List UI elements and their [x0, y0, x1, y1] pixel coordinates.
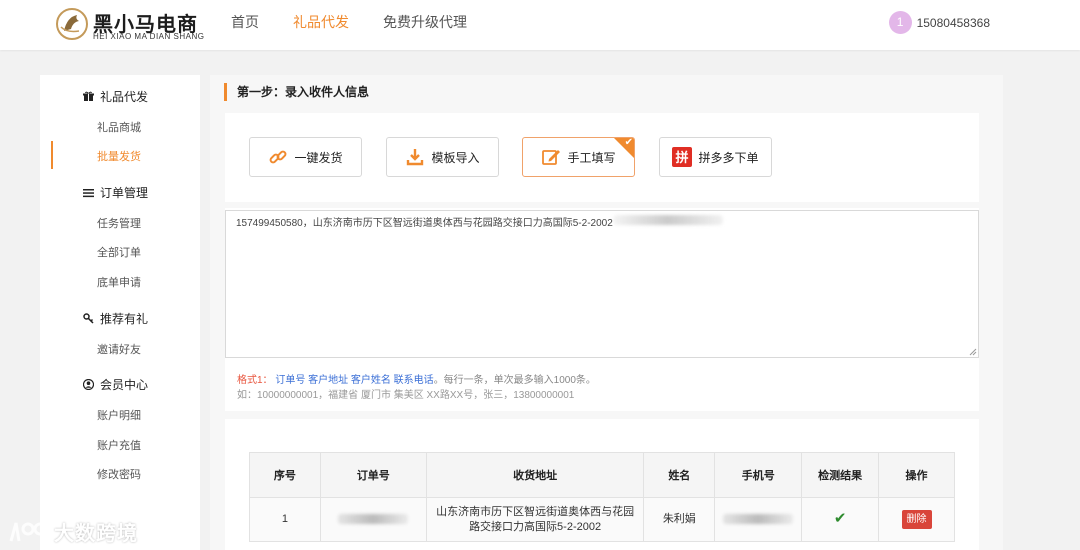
user-phone[interactable]: 15080458368 — [917, 16, 990, 30]
sidebar-group-label: 会员中心 — [100, 378, 149, 392]
user-menu[interactable]: 1 15080458368 — [888, 11, 990, 34]
format-example: 如：10000000001，福建省 厦门市 集美区 XX路XX号，张三，1380… — [237, 390, 575, 401]
sidebar-group-member[interactable]: 会员中心 — [82, 376, 148, 393]
format-hint: 格式1： 订单号 客户地址 客户姓名 联系电话。每行一条，单次最多输入1000条… — [237, 371, 596, 386]
cell-address: 山东济南市历下区智远街道奥体西与花园路交接口力高国际5-2-2002 — [425, 497, 645, 542]
gift-icon — [82, 90, 95, 103]
svg-text:拼: 拼 — [676, 150, 689, 166]
key-icon — [82, 312, 95, 325]
horse-logo-icon — [56, 8, 88, 40]
cell-action: 删除 — [878, 497, 955, 542]
sidebar-group-referral[interactable]: 推荐有礼 — [82, 310, 148, 327]
main-nav: 首页 礼品代发 免费升级代理 — [231, 0, 501, 50]
user-icon — [82, 378, 95, 391]
col-header-address: 收货地址 — [425, 452, 645, 498]
sidebar-group-orders[interactable]: 订单管理 — [82, 184, 148, 201]
sidebar-group-label: 订单管理 — [100, 186, 149, 200]
col-header-order-no: 订单号 — [319, 452, 427, 498]
col-header-action: 操作 — [878, 452, 955, 498]
nav-upgrade-agent[interactable]: 免费升级代理 — [383, 0, 467, 50]
link-icon — [268, 147, 288, 167]
sidebar-group-gift[interactable]: 礼品代发 — [82, 88, 148, 105]
avatar[interactable]: 1 — [888, 11, 912, 34]
col-header-name: 姓名 — [643, 452, 716, 498]
button-label: 拼多多下单 — [698, 150, 759, 165]
cell-check: ✔ — [801, 497, 880, 542]
result-table: 序号 订单号 收货地址 姓名 手机号 检测结果 操作 1 山东济南市历下区智远街… — [249, 452, 955, 542]
check-icon: ✔ — [624, 137, 633, 148]
sidebar-group-label: 推荐有礼 — [100, 312, 149, 326]
manual-entry-button[interactable]: 手工填写 ✔ — [522, 137, 635, 177]
sidebar-item-tasks[interactable]: 任务管理 — [97, 215, 141, 231]
watermark-logo-icon — [9, 522, 47, 541]
sidebar-item-batch-ship[interactable]: 批量发货 — [97, 148, 141, 164]
list-icon — [82, 186, 95, 199]
sidebar-item-change-password[interactable]: 修改密码 — [97, 466, 141, 482]
one-click-ship-button[interactable]: 一键发货 — [249, 137, 362, 177]
table-header-row: 序号 订单号 收货地址 姓名 手机号 检测结果 操作 — [249, 452, 955, 498]
template-import-button[interactable]: 模板导入 — [386, 137, 499, 177]
sidebar-item-all-orders[interactable]: 全部订单 — [97, 244, 141, 260]
col-header-phone: 手机号 — [714, 452, 803, 498]
format-hint-rest: 。每行一条，单次最多输入1000条。 — [433, 375, 596, 386]
format-hint-fields: 订单号 客户地址 客户姓名 联系电话 — [275, 375, 434, 386]
top-header: 黑小马电商 HEI XIAO MA DIAN SHANG 首页 礼品代发 免费升… — [0, 0, 1080, 50]
delete-button[interactable]: 删除 — [901, 510, 932, 529]
nav-home[interactable]: 首页 — [231, 0, 259, 50]
sidebar-item-account-detail[interactable]: 账户明细 — [97, 407, 141, 423]
redacted-text — [613, 215, 723, 225]
col-header-check: 检测结果 — [801, 452, 880, 498]
format-hint-label: 格式1： — [237, 375, 273, 386]
sidebar-item-invite[interactable]: 邀请好友 — [97, 341, 141, 357]
nav-gift-dropship[interactable]: 礼品代发 — [293, 0, 349, 50]
step-title: 第一步：录入收件人信息 — [224, 83, 369, 101]
cell-index: 1 — [249, 497, 321, 542]
edit-icon — [541, 147, 561, 167]
sidebar-item-gift-mall[interactable]: 礼品商城 — [97, 119, 141, 135]
col-header-index: 序号 — [249, 452, 321, 498]
watermark-text: 大数跨境 — [54, 523, 138, 545]
sidebar-item-recharge[interactable]: 账户充值 — [97, 437, 141, 453]
redacted-order-no — [338, 514, 409, 525]
resize-handle-icon[interactable] — [969, 348, 977, 356]
cell-order-no — [319, 497, 427, 542]
pinduoduo-order-button[interactable]: 拼 拼多多下单 — [659, 137, 772, 177]
button-label: 模板导入 — [431, 150, 480, 165]
sidebar-active-indicator — [51, 141, 53, 169]
logo[interactable]: 黑小马电商 HEI XIAO MA DIAN SHANG — [55, 5, 205, 45]
button-label: 一键发货 — [294, 150, 343, 165]
cell-phone — [714, 497, 803, 542]
sidebar-item-receipt-request[interactable]: 底单申请 — [97, 274, 141, 290]
redacted-phone — [723, 514, 794, 525]
sidebar-group-label: 礼品代发 — [100, 90, 149, 104]
watermark: 大数跨境 — [8, 517, 138, 546]
logo-text-en: HEI XIAO MA DIAN SHANG — [93, 32, 205, 41]
download-icon — [405, 147, 425, 167]
button-label: 手工填写 — [567, 150, 616, 165]
cell-name: 朱利娟 — [643, 497, 716, 542]
pinduoduo-icon: 拼 — [672, 147, 693, 167]
table-row: 1 山东济南市历下区智远街道奥体西与花园路交接口力高国际5-2-2002 朱利娟… — [249, 497, 955, 542]
recipient-textarea[interactable]: 157499450580，山东济南市历下区智远街道奥体西与花园路交接口力高国际5… — [225, 210, 979, 358]
check-mark-icon: ✔ — [833, 510, 847, 527]
